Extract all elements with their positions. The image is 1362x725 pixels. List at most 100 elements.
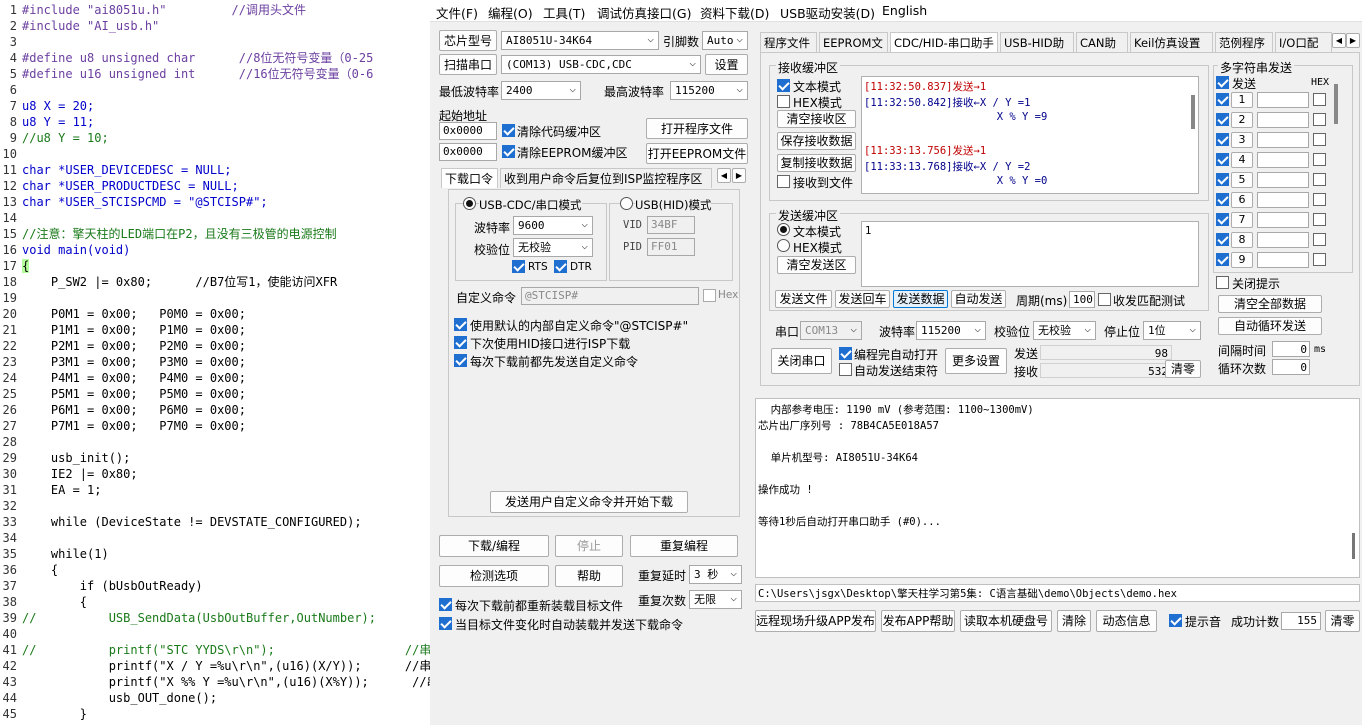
send-custom-cmd-button[interactable]: 发送用户自定义命令并开始下载 [490, 491, 688, 513]
close-hint-checkbox[interactable] [1216, 276, 1229, 289]
code-line[interactable]: 17 { [0, 258, 430, 274]
tab-right-2[interactable]: CDC/HID-串口助手 [890, 32, 998, 52]
code-line[interactable]: 43 printf("X %% Y =%u\r\n",(u16)(X%Y)); … [0, 674, 430, 690]
pins-select[interactable]: Auto [702, 30, 748, 50]
multi-send-button-5[interactable]: 5 [1231, 172, 1253, 188]
code-line[interactable]: 33 while (DeviceState != DEVSTATE_CONFIG… [0, 514, 430, 530]
code-line[interactable]: 26 P6M1 = 0x00; P6M0 = 0x00; [0, 402, 430, 418]
tab-reset-isp[interactable]: 收到用户命令后复位到ISP监控程序区 [500, 168, 712, 188]
auto-reload-checkbox[interactable] [439, 617, 452, 630]
multi-send-checkbox-3[interactable] [1216, 133, 1229, 146]
right-tab-scroll-left-icon[interactable]: ◀ [1332, 33, 1346, 48]
open-eeprom-file-button[interactable]: 打开EEPROM文件 [646, 143, 748, 164]
multi-send-button-6[interactable]: 6 [1231, 192, 1253, 208]
code-line[interactable]: 18 P_SW2 |= 0x80; //B7位写1，使能访问XFR [0, 274, 430, 290]
repeat-program-button[interactable]: 重复编程 [630, 535, 738, 557]
tab-right-5[interactable]: Keil仿真设置 [1130, 32, 1213, 52]
open-program-file-button[interactable]: 打开程序文件 [646, 118, 748, 139]
send-file-button[interactable]: 发送文件 [775, 290, 832, 308]
auto-end-checkbox[interactable] [839, 363, 852, 376]
chip-model-label[interactable]: 芯片型号 [439, 30, 497, 51]
tab-scroll-left-icon[interactable]: ◀ [717, 168, 731, 183]
interval-input[interactable]: 0 [1272, 341, 1310, 357]
code-address-input[interactable]: 0x0000 [439, 122, 497, 140]
code-line[interactable]: 21 P1M1 = 0x00; P1M0 = 0x00; [0, 322, 430, 338]
multi-send-checkbox-9[interactable] [1216, 253, 1229, 266]
multi-send-button-4[interactable]: 4 [1231, 152, 1253, 168]
code-line[interactable]: 15 //注意：擎天柱的LED端口在P2，且没有三极管的电源控制 [0, 226, 430, 242]
right-tab-scroll-right-icon[interactable]: ▶ [1346, 33, 1360, 48]
assistant-port-select[interactable]: COM13 [800, 320, 862, 340]
clear-recv-button[interactable]: 清空接收区 [777, 110, 856, 128]
code-line[interactable]: 4 #define u8 unsigned char //8位无符号变量（0-25 [0, 50, 430, 66]
recv-scrollbar[interactable] [1191, 95, 1195, 129]
auto-loop-button[interactable]: 自动循环发送 [1218, 317, 1322, 335]
menu-english[interactable]: English [882, 3, 927, 18]
send-textarea[interactable]: 1 [861, 221, 1199, 287]
multi-send-button-9[interactable]: 9 [1231, 252, 1253, 268]
code-line[interactable]: 3 [0, 34, 430, 50]
tab-right-1[interactable]: EEPROM文件 [819, 32, 888, 52]
period-input[interactable]: 100 [1069, 291, 1095, 308]
code-line[interactable]: 40 [0, 626, 430, 642]
help-button[interactable]: 帮助 [555, 565, 623, 587]
multi-send-input-1[interactable] [1257, 92, 1309, 108]
min-baud-select[interactable]: 2400 [501, 80, 581, 100]
clear-eeprom-checkbox[interactable] [502, 145, 515, 158]
code-line[interactable]: 30 IE2 |= 0x80; [0, 466, 430, 482]
code-line[interactable]: 42 printf("X / Y =%u\r\n",(u16)(X/Y)); /… [0, 658, 430, 674]
multi-send-button-2[interactable]: 2 [1231, 112, 1253, 128]
code-line[interactable]: 8 u8 Y = 11; [0, 114, 430, 130]
multi-send-hex-checkbox-6[interactable] [1313, 193, 1326, 206]
multi-send-hex-checkbox-2[interactable] [1313, 113, 1326, 126]
auto-open-checkbox[interactable] [839, 347, 852, 360]
download-program-button[interactable]: 下载/编程 [439, 535, 549, 557]
code-line[interactable]: 28 [0, 434, 430, 450]
hex-checkbox[interactable] [703, 289, 716, 302]
remote-upgrade-button[interactable]: 远程现场升级APP发布 [755, 610, 876, 632]
eeprom-address-input[interactable]: 0x0000 [439, 143, 497, 161]
code-line[interactable]: 12 char *USER_PRODUCTDESC = NULL; [0, 178, 430, 194]
chip-model-select[interactable]: AI8051U-34K64 [501, 30, 659, 50]
code-line[interactable]: 25 P5M1 = 0x00; P5M0 = 0x00; [0, 386, 430, 402]
copy-recv-button[interactable]: 复制接收数据 [777, 154, 856, 172]
stop-bits-select[interactable]: 1位 [1143, 320, 1201, 340]
menu-usb-driver[interactable]: USB驱动安装(D) [780, 3, 875, 22]
max-baud-select[interactable]: 115200 [670, 80, 748, 100]
code-line[interactable]: 6 [0, 82, 430, 98]
clear-success-count-button[interactable]: 清零 [1325, 610, 1360, 632]
tab-right-4[interactable]: CAN助手 [1076, 32, 1128, 52]
multi-send-hex-checkbox-5[interactable] [1313, 173, 1326, 186]
clear-count-button[interactable]: 清零 [1165, 360, 1201, 378]
code-line[interactable]: 5 #define u16 unsigned int //16位无符号变量（0-6 [0, 66, 430, 82]
multi-send-input-6[interactable] [1257, 192, 1309, 208]
clear-send-button[interactable]: 清空发送区 [777, 256, 856, 274]
clear-output-button[interactable]: 清除 [1057, 610, 1091, 632]
multi-send-input-9[interactable] [1257, 252, 1309, 268]
code-line[interactable]: 39 // USB_SendData(UsbOutBuffer,OutNumber… [0, 610, 430, 626]
scan-port-button[interactable]: 扫描串口 [439, 54, 497, 75]
multi-send-checkbox-5[interactable] [1216, 173, 1229, 186]
code-line[interactable]: 7 u8 X = 20; [0, 98, 430, 114]
save-recv-button[interactable]: 保存接收数据 [777, 132, 856, 150]
menu-tools[interactable]: 工具(T) [543, 3, 585, 22]
code-line[interactable]: 14 [0, 210, 430, 226]
send-text-mode-radio[interactable] [777, 223, 790, 236]
usb-cdc-radio[interactable] [463, 197, 476, 210]
tab-right-6[interactable]: 范例程序 [1215, 32, 1273, 52]
default-cmd-checkbox[interactable] [454, 318, 467, 331]
code-line[interactable]: 32 [0, 498, 430, 514]
code-line[interactable]: 23 P3M1 = 0x00; P3M0 = 0x00; [0, 354, 430, 370]
code-line[interactable]: 37 if (bUsbOutReady) [0, 578, 430, 594]
code-line[interactable]: 19 [0, 290, 430, 306]
code-line[interactable]: 27 P7M1 = 0x00; P7M0 = 0x00; [0, 418, 430, 434]
settings-button[interactable]: 设置 [705, 54, 748, 75]
assistant-baud-select[interactable]: 115200 [916, 320, 986, 340]
reload-before-checkbox[interactable] [439, 598, 452, 611]
recv-text-mode-checkbox[interactable] [777, 79, 790, 92]
multi-send-checkbox-2[interactable] [1216, 113, 1229, 126]
multi-send-checkbox-8[interactable] [1216, 233, 1229, 246]
usb-hid-radio[interactable] [620, 197, 633, 210]
code-line[interactable]: 22 P2M1 = 0x00; P2M0 = 0x00; [0, 338, 430, 354]
port-select[interactable]: (COM13) USB-CDC,CDC [501, 54, 701, 74]
